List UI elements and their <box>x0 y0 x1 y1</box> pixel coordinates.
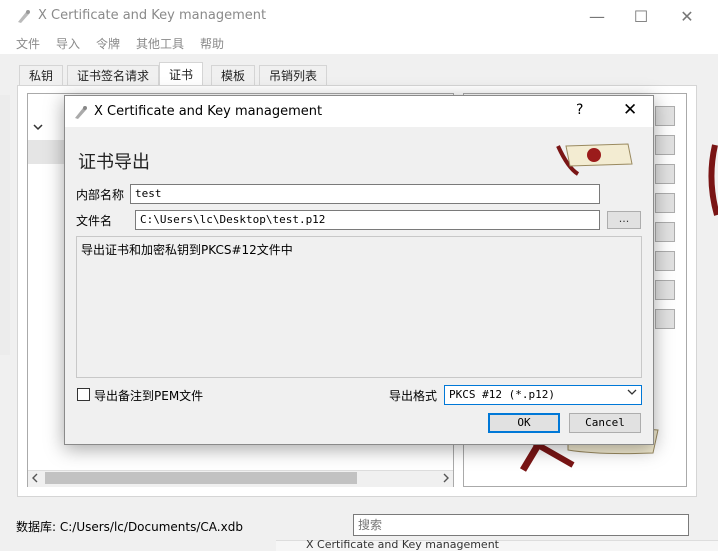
menu-help[interactable]: 帮助 <box>200 35 224 52</box>
scrollbar-thumb[interactable] <box>45 472 357 484</box>
browse-button[interactable]: ... <box>607 211 641 229</box>
scroll-logo-icon <box>548 138 638 178</box>
side-button[interactable] <box>655 280 675 300</box>
export-format-label: 导出格式 <box>389 389 438 403</box>
filename-field[interactable]: C:\Users\lc\Desktop\test.p12 <box>135 210 600 230</box>
side-button[interactable] <box>655 164 675 184</box>
side-button[interactable] <box>655 251 675 271</box>
close-button[interactable]: ✕ <box>664 0 710 32</box>
pem-comment-checkbox[interactable] <box>77 388 90 401</box>
dialog-close-button[interactable]: ✕ <box>623 100 637 120</box>
export-format-select[interactable]: PKCS #12 (*.p12) <box>444 385 642 405</box>
scroll-right-icon[interactable] <box>442 473 450 483</box>
tab-csr[interactable]: 证书签名请求 <box>67 65 160 86</box>
menu-import[interactable]: 导入 <box>56 35 80 52</box>
side-button[interactable] <box>655 106 675 126</box>
scroll-logo-edge-icon <box>705 140 718 220</box>
database-path: 数据库: C:/Users/lc/Documents/CA.xdb <box>16 520 243 534</box>
ok-button[interactable]: OK <box>488 413 560 433</box>
filename-label: 文件名 <box>76 214 113 228</box>
side-button[interactable] <box>655 222 675 242</box>
tab-private-keys[interactable]: 私钥 <box>19 65 64 86</box>
scroll-left-icon[interactable] <box>31 473 39 483</box>
side-button[interactable] <box>655 309 675 329</box>
app-logo-icon <box>16 8 32 24</box>
pem-comment-label: 导出备注到PEM文件 <box>94 389 204 403</box>
minimize-button[interactable]: — <box>574 0 620 32</box>
background-window-title: X Certificate and Key management <box>306 538 499 551</box>
side-button[interactable] <box>655 193 675 213</box>
tab-templates[interactable]: 模板 <box>211 65 256 86</box>
internal-name-label: 内部名称 <box>76 188 125 202</box>
menu-token[interactable]: 令牌 <box>96 35 120 52</box>
chevron-down-icon[interactable] <box>627 387 637 397</box>
description-text: 导出证书和加密私钥到PKCS#12文件中 <box>76 236 642 378</box>
background-window-edge <box>0 95 10 355</box>
side-button[interactable] <box>655 135 675 155</box>
tab-certificates[interactable]: 证书 <box>159 62 204 87</box>
main-window-title: X Certificate and Key management <box>38 8 267 23</box>
search-input[interactable] <box>353 514 689 536</box>
app-logo-icon <box>73 104 89 120</box>
dialog-title: X Certificate and Key management <box>94 104 323 119</box>
menu-file[interactable]: 文件 <box>16 35 40 52</box>
cancel-button[interactable]: Cancel <box>569 413 641 433</box>
help-button[interactable]: ? <box>576 102 583 118</box>
page-title: 证书导出 <box>78 152 150 173</box>
maximize-button[interactable]: ☐ <box>618 0 664 32</box>
tab-revocation-lists[interactable]: 吊销列表 <box>259 65 328 86</box>
internal-name-field[interactable]: test <box>130 184 600 204</box>
menu-extra-tools[interactable]: 其他工具 <box>136 35 184 52</box>
chevron-down-icon[interactable] <box>33 122 43 132</box>
